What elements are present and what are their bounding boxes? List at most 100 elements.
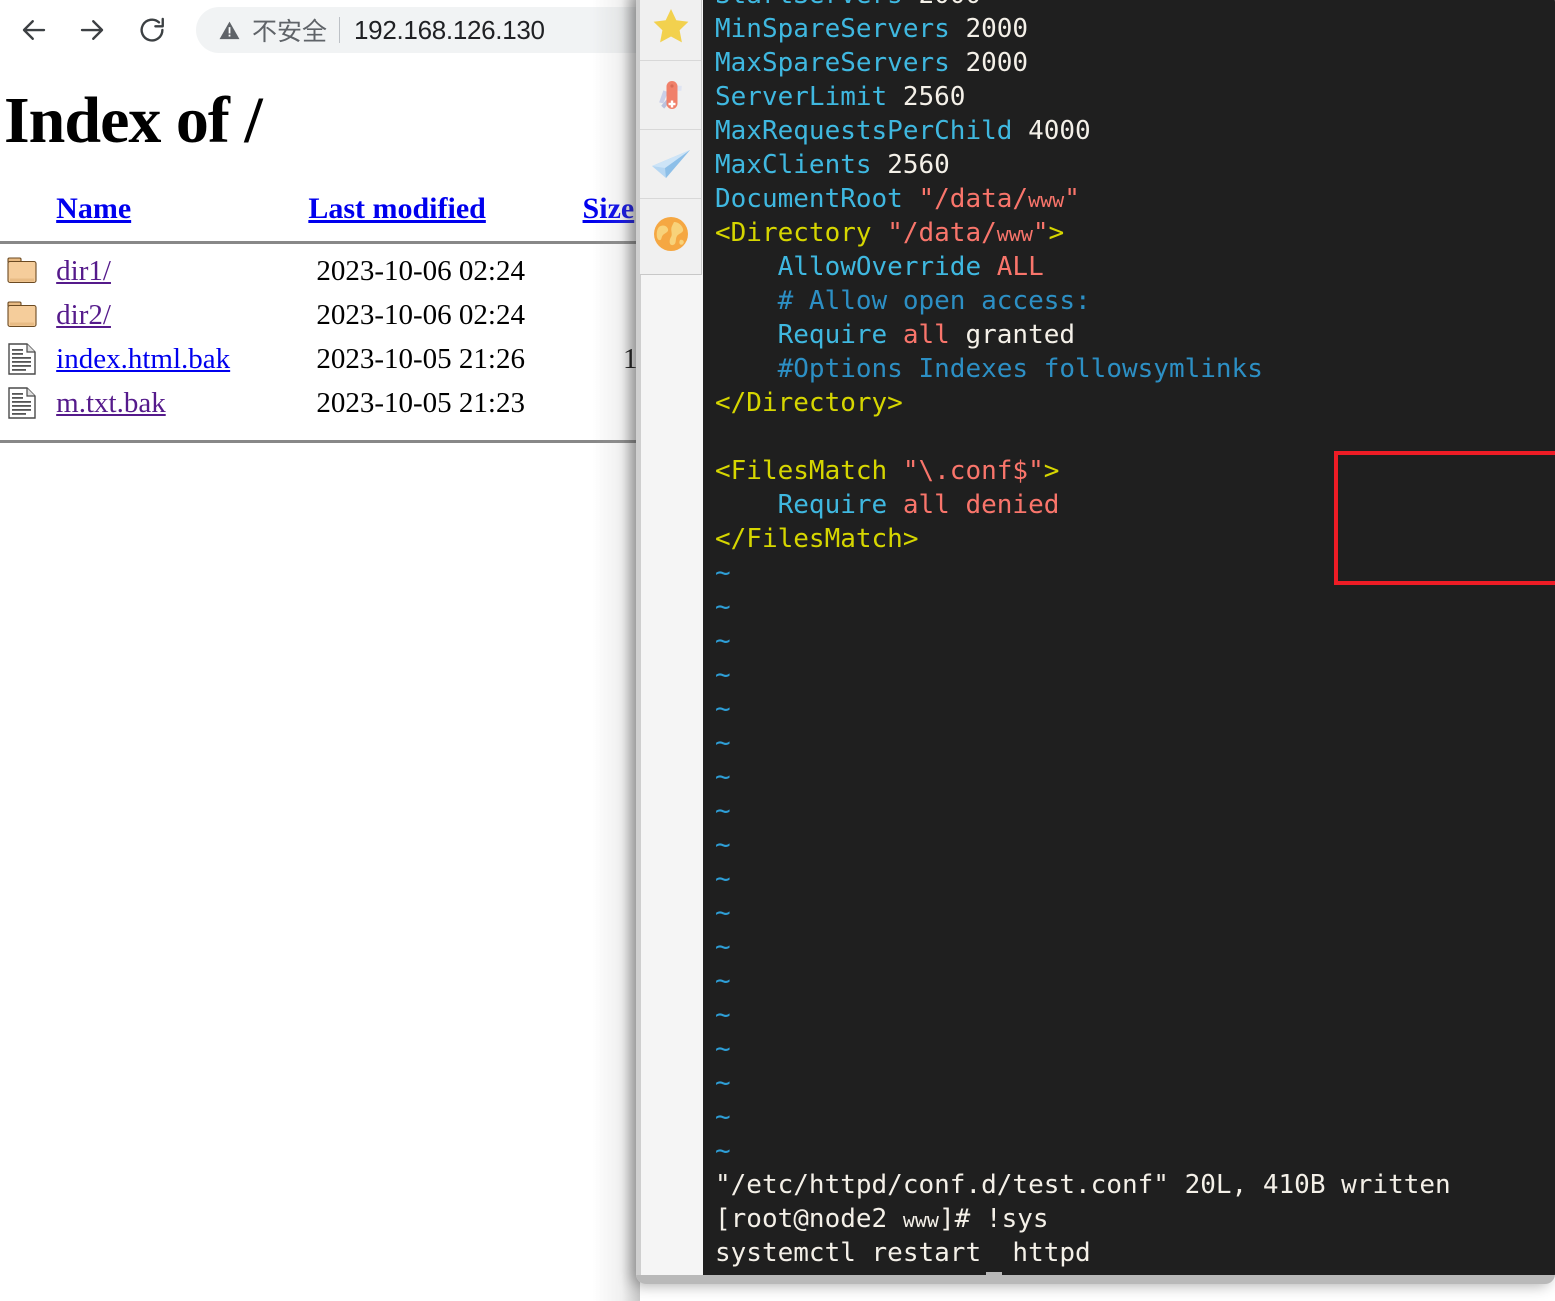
folder-icon [6,298,38,332]
sidebar-button-tools[interactable] [640,61,701,130]
terminal-text-segment: ~ [715,1102,731,1132]
terminal-line: ~ [715,590,1555,624]
page-title: Index of / [4,88,700,154]
reload-button[interactable] [130,8,174,52]
terminal-text-segment: www [903,1208,939,1232]
sort-by-size-link[interactable]: Size [583,192,635,225]
column-icon-spacer [0,192,56,236]
header-divider [0,241,660,244]
terminal-text-segment: ~ [715,796,731,826]
terminal-line [715,420,1555,454]
file-link[interactable]: dir2/ [56,299,111,331]
terminal-line: ~ [715,998,1555,1032]
terminal-window[interactable]: StartServers 2000MinSpareServers 2000Max… [636,0,1555,1284]
terminal-line: ~ [715,692,1555,726]
back-arrow-icon [19,15,49,45]
terminal-text-segment: ~ [715,830,731,860]
document-icon [6,342,38,376]
row-icon-cell [0,293,56,337]
terminal-text-segment: www [997,222,1033,246]
terminal-text-segment: ~ [715,932,731,962]
terminal-text-segment: 2000 [903,0,981,10]
terminal-text-segment: ~ [715,966,731,996]
row-icon-cell [0,381,56,425]
terminal-text-segment: ~ [715,592,731,622]
terminal-text-segment: ~ [715,1068,731,1098]
row-date-cell: 2023-10-06 02:24 [308,249,582,293]
terminal-line: ~ [715,556,1555,590]
column-header-last-modified[interactable]: Last modified [308,192,582,236]
terminal-text-segment: MinSpareServers [715,14,950,44]
terminal-text-segment: ~ [715,626,731,656]
terminal-text-segment: AllowOverride [715,252,997,282]
terminal-text-segment: "/data/ [887,218,997,248]
terminal-text-segment: ~ [715,660,731,690]
terminal-text-segment: MaxSpareServers [715,48,950,78]
terminal-text-segment: ~ [715,558,731,588]
terminal-text-segment: ~ [715,694,731,724]
header-divider-cell [0,236,660,249]
terminal-line: ~ [715,930,1555,964]
terminal-line: ~ [715,964,1555,998]
star-icon [651,6,691,46]
terminal-line: # Allow open access: [715,284,1555,318]
back-button[interactable] [12,8,56,52]
security-status[interactable]: 不安全 [218,12,327,48]
sidebar-button-transfer[interactable] [640,130,701,199]
terminal-text-segment: <Directory [715,218,887,248]
table-header-row: Name Last modified Size [0,192,660,236]
terminal-line: ~ [715,896,1555,930]
terminal-line: ~ [715,862,1555,896]
row-name-cell: dir2/ [56,293,308,337]
terminal-line: ~ [715,726,1555,760]
sort-by-name-link[interactable]: Name [56,192,131,225]
terminal-text-segment: </FilesMatch> [715,524,919,554]
terminal-line: Require all denied [715,488,1555,522]
sidebar-button-browser[interactable] [640,199,701,268]
row-date-cell: 2023-10-05 21:23 [308,381,582,425]
table-row: index.html.bak2023-10-05 21:2619 [0,337,660,381]
terminal-text-segment: granted [950,320,1075,350]
footer-divider-cell [0,425,660,448]
file-link[interactable]: m.txt.bak [56,387,166,419]
url-text[interactable]: 192.168.126.130 [354,15,545,46]
file-link[interactable]: index.html.bak [56,343,230,375]
terminal-text-segment: ~ [715,1034,731,1064]
terminal-line: ~ [715,658,1555,692]
address-bar[interactable]: 不安全 192.168.126.130 [196,7,700,53]
terminal-line: systemctl restart httpd [715,1236,1555,1270]
file-link[interactable]: dir1/ [56,255,111,287]
terminal-text-segment: MaxClients [715,150,872,180]
document-icon [6,386,38,420]
forward-button[interactable] [70,8,114,52]
terminal-text-segment: 2560 [887,82,965,112]
column-header-name[interactable]: Name [56,192,308,236]
swiss-knife-icon [649,73,693,117]
terminal-text-segment: ~ [715,864,731,894]
sidebar-button-favorites[interactable] [640,0,701,61]
terminal-line: AllowOverride ALL [715,250,1555,284]
terminal-line: [root@node2 www]# !sys [715,1202,1555,1236]
paper-plane-icon [649,144,693,184]
terminal-output-area[interactable]: StartServers 2000MinSpareServers 2000Max… [703,0,1555,1275]
terminal-text-segment: <FilesMatch [715,456,903,486]
row-icon-cell [0,337,56,381]
row-name-cell: m.txt.bak [56,381,308,425]
row-date-cell: 2023-10-05 21:26 [308,337,582,381]
terminal-line: "/etc/httpd/conf.d/test.conf" 20L, 410B … [715,1168,1555,1202]
terminal-sidebar-toolbar[interactable] [640,0,702,275]
table-row: dir1/2023-10-06 02:24- [0,249,660,293]
terminal-text-segment: ~ [715,762,731,792]
terminal-text-segment: www [1028,188,1064,212]
terminal-line: ~ [715,760,1555,794]
table-row: m.txt.bak2023-10-05 21:239 [0,381,660,425]
header-divider-row [0,236,660,249]
sort-by-date-link[interactable]: Last modified [308,192,486,225]
terminal-line: ~ [715,1066,1555,1100]
directory-listing-body: dir1/2023-10-06 02:24- dir2/2023-10-06 02… [0,249,660,425]
terminal-line: #Options Indexes followsymlinks [715,352,1555,386]
terminal-text-segment: 2000 [950,48,1028,78]
terminal-text-segment: ]# !sys [939,1204,1049,1234]
terminal-text-segment: " [1033,218,1049,248]
terminal-text-segment: "\.conf$" [903,456,1044,486]
